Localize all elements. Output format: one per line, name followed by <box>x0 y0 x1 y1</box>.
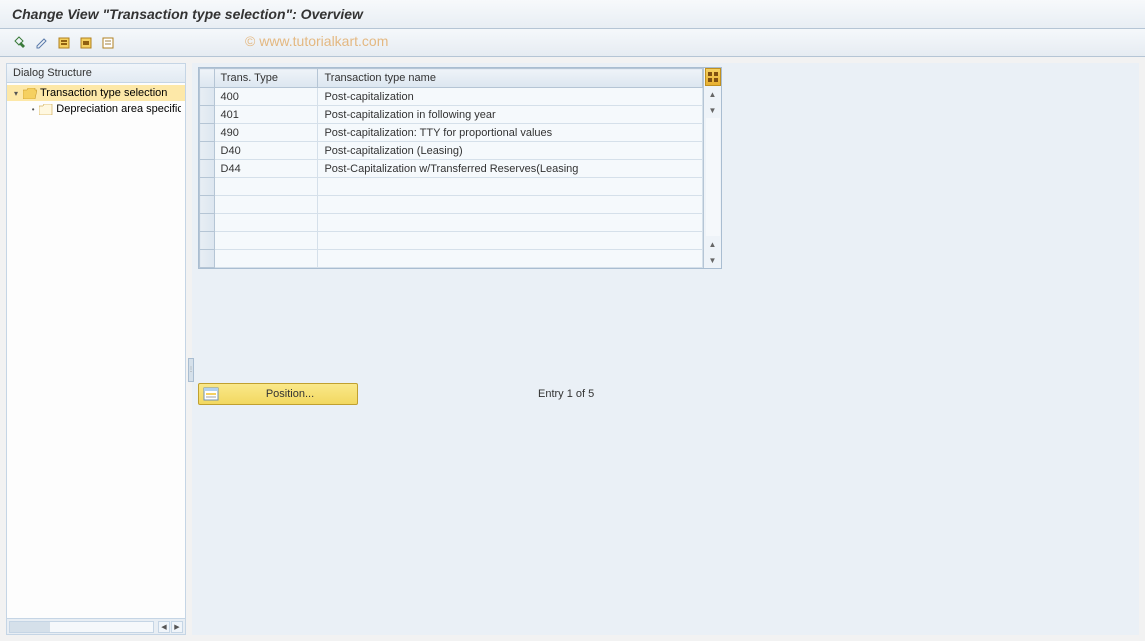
row-selector[interactable] <box>200 232 215 250</box>
scroll-up-icon[interactable]: ▲ <box>706 237 720 251</box>
scroll-up-icon[interactable]: ▲ <box>706 87 720 101</box>
hscroll-track[interactable] <box>9 621 154 633</box>
toggle-display-change-icon[interactable] <box>10 33 30 53</box>
dialog-structure-header: Dialog Structure <box>7 64 185 83</box>
sidebar-hscrollbar: ◀ ▶ <box>7 618 185 634</box>
cell-trans-type[interactable] <box>214 178 318 196</box>
table-row-empty[interactable] <box>200 196 703 214</box>
entry-count-label: Entry 1 of 5 <box>538 388 594 400</box>
transaction-type-table-container: Trans. Type Transaction type name 400 Po… <box>198 67 722 269</box>
table-row-empty[interactable] <box>200 214 703 232</box>
scroll-down-icon[interactable]: ▼ <box>706 253 720 267</box>
tree-bullet-icon: • <box>29 104 37 114</box>
scroll-down-icon[interactable]: ▼ <box>706 103 720 117</box>
page-title: Change View "Transaction type selection"… <box>0 0 1145 29</box>
cell-trans-name[interactable] <box>318 250 703 268</box>
table-row-empty[interactable] <box>200 232 703 250</box>
position-icon <box>203 386 219 402</box>
cell-trans-type[interactable] <box>214 250 318 268</box>
cell-trans-type[interactable]: D44 <box>214 160 318 178</box>
table-row-empty[interactable] <box>200 178 703 196</box>
row-selector[interactable] <box>200 178 215 196</box>
row-selector[interactable] <box>200 142 215 160</box>
cell-trans-name[interactable] <box>318 196 703 214</box>
table-vscrollbar: ▲ ▼ ▲ ▼ <box>703 68 721 268</box>
cell-trans-name[interactable]: Post-capitalization: TTY for proportiona… <box>318 124 703 142</box>
table-row[interactable]: D40 Post-capitalization (Leasing) <box>200 142 703 160</box>
cell-trans-name[interactable] <box>318 178 703 196</box>
cell-trans-name[interactable]: Post-capitalization (Leasing) <box>318 142 703 160</box>
folder-closed-icon <box>39 104 53 115</box>
dialog-structure-tree: ▾ Transaction type selection • Depreciat… <box>7 83 185 618</box>
row-selector[interactable] <box>200 250 215 268</box>
main-area: Dialog Structure ▾ Transaction type sele… <box>0 57 1145 641</box>
row-selector[interactable] <box>200 196 215 214</box>
vscroll-track[interactable] <box>706 118 720 236</box>
table-row[interactable]: 400 Post-capitalization <box>200 88 703 106</box>
row-selector[interactable] <box>200 124 215 142</box>
tree-item-label: Transaction type selection <box>40 87 167 99</box>
cell-trans-type[interactable]: 400 <box>214 88 318 106</box>
deselect-all-icon[interactable] <box>98 33 118 53</box>
position-button[interactable]: Position... <box>198 383 358 405</box>
row-selector[interactable] <box>200 214 215 232</box>
cell-trans-type[interactable]: 401 <box>214 106 318 124</box>
cell-trans-name[interactable]: Post-capitalization <box>318 88 703 106</box>
cell-trans-type[interactable]: 490 <box>214 124 318 142</box>
tree-item-label: Depreciation area specification <box>56 103 181 115</box>
column-header-trans-name[interactable]: Transaction type name <box>318 69 703 88</box>
folder-open-icon <box>23 88 37 99</box>
watermark: © www.tutorialkart.com <box>245 33 388 49</box>
column-header-trans-type[interactable]: Trans. Type <box>214 69 318 88</box>
position-row: Position... Entry 1 of 5 <box>198 383 594 405</box>
row-selector-header[interactable] <box>200 69 215 88</box>
position-button-label: Position... <box>227 388 353 400</box>
row-selector[interactable] <box>200 106 215 124</box>
pencil-icon[interactable] <box>32 33 52 53</box>
table-row[interactable]: D44 Post-Capitalization w/Transferred Re… <box>200 160 703 178</box>
cell-trans-type[interactable] <box>214 196 318 214</box>
content-area: ⋮ Trans. Type Transaction type name 400 … <box>192 63 1139 635</box>
table-config-icon[interactable] <box>705 68 721 86</box>
hscroll-thumb[interactable] <box>10 622 50 632</box>
dialog-structure-panel: Dialog Structure ▾ Transaction type sele… <box>6 63 186 635</box>
table-row[interactable]: 490 Post-capitalization: TTY for proport… <box>200 124 703 142</box>
table-row[interactable]: 401 Post-capitalization in following yea… <box>200 106 703 124</box>
scroll-right-icon[interactable]: ▶ <box>171 621 183 633</box>
cell-trans-type[interactable] <box>214 232 318 250</box>
row-selector[interactable] <box>200 160 215 178</box>
transaction-type-table: Trans. Type Transaction type name 400 Po… <box>199 68 703 268</box>
scroll-left-icon[interactable]: ◀ <box>158 621 170 633</box>
cell-trans-name[interactable] <box>318 232 703 250</box>
tree-item-depreciation-area[interactable]: • Depreciation area specification <box>7 101 185 117</box>
row-selector[interactable] <box>200 88 215 106</box>
splitter-handle[interactable]: ⋮ <box>188 358 194 382</box>
cell-trans-type[interactable] <box>214 214 318 232</box>
select-block-icon[interactable] <box>76 33 96 53</box>
toolbar: © www.tutorialkart.com <box>0 29 1145 57</box>
cell-trans-name[interactable]: Post-capitalization in following year <box>318 106 703 124</box>
cell-trans-type[interactable]: D40 <box>214 142 318 160</box>
tree-item-transaction-type-selection[interactable]: ▾ Transaction type selection <box>7 85 185 101</box>
select-all-icon[interactable] <box>54 33 74 53</box>
table-row-empty[interactable] <box>200 250 703 268</box>
cell-trans-name[interactable] <box>318 214 703 232</box>
cell-trans-name[interactable]: Post-Capitalization w/Transferred Reserv… <box>318 160 703 178</box>
tree-collapse-icon[interactable]: ▾ <box>11 88 21 98</box>
